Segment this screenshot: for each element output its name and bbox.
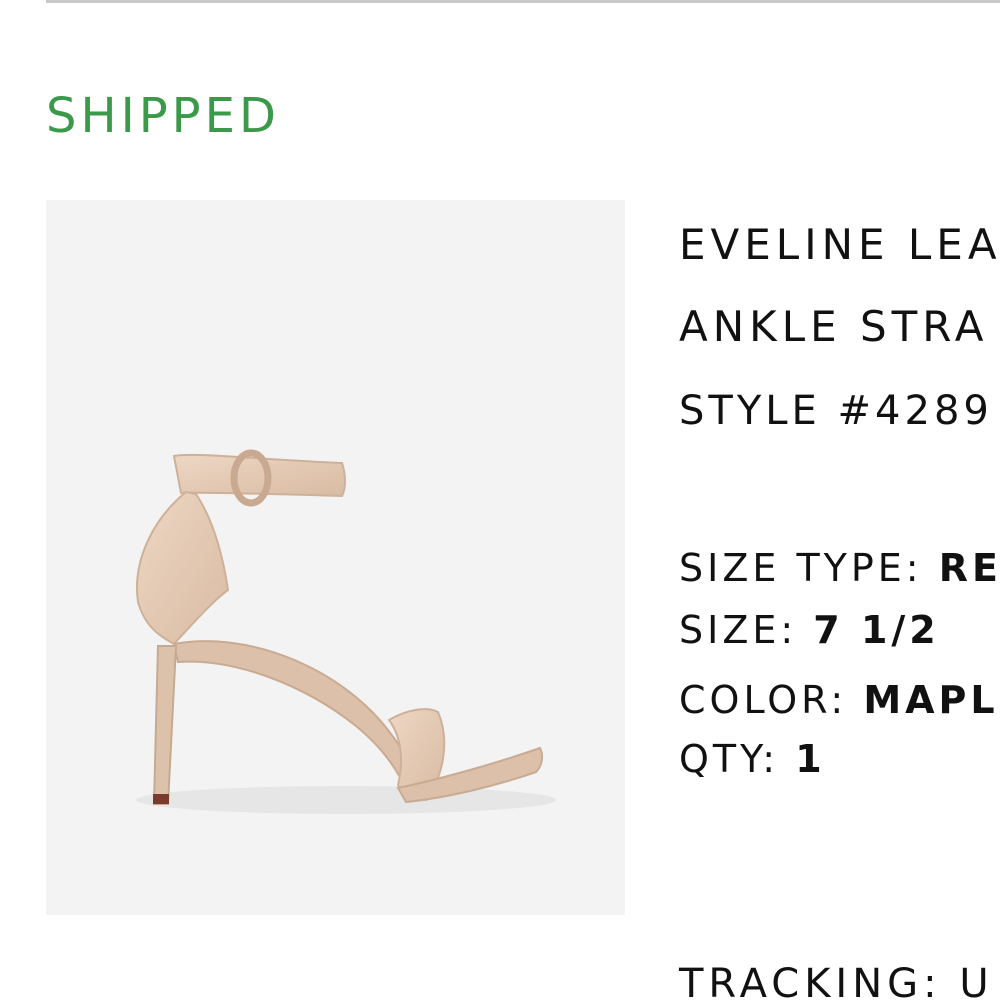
color-value: MAPL (863, 678, 999, 722)
qty-value: 1 (795, 737, 826, 781)
size-type-value: RE (938, 546, 1000, 590)
qty-row: QTY: 1 (679, 740, 826, 778)
size-type-row: SIZE TYPE: RE (679, 549, 1000, 587)
style-number: STYLE #4289 (679, 388, 993, 434)
qty-label: QTY: (679, 737, 780, 781)
product-image[interactable] (46, 200, 625, 915)
size-value: 7 1/2 (813, 608, 940, 652)
ankle-strap-heel-sandal-icon (136, 449, 556, 814)
shipping-status: SHIPPED (46, 88, 280, 144)
color-label: COLOR: (679, 678, 848, 722)
top-divider (46, 0, 1000, 3)
product-name-line-1[interactable]: EVELINE LEA (679, 224, 1000, 266)
size-label: SIZE: (679, 608, 798, 652)
tracking-info[interactable]: TRACKING: U (679, 964, 994, 1000)
size-type-label: SIZE TYPE: (679, 546, 923, 590)
size-row: SIZE: 7 1/2 (679, 611, 940, 649)
order-item-page: SHIPPED EVELINE LEA ANKLE STRA STYLE #42… (0, 0, 1000, 1000)
product-name-line-2[interactable]: ANKLE STRA (679, 306, 989, 348)
color-row: COLOR: MAPL (679, 681, 999, 719)
